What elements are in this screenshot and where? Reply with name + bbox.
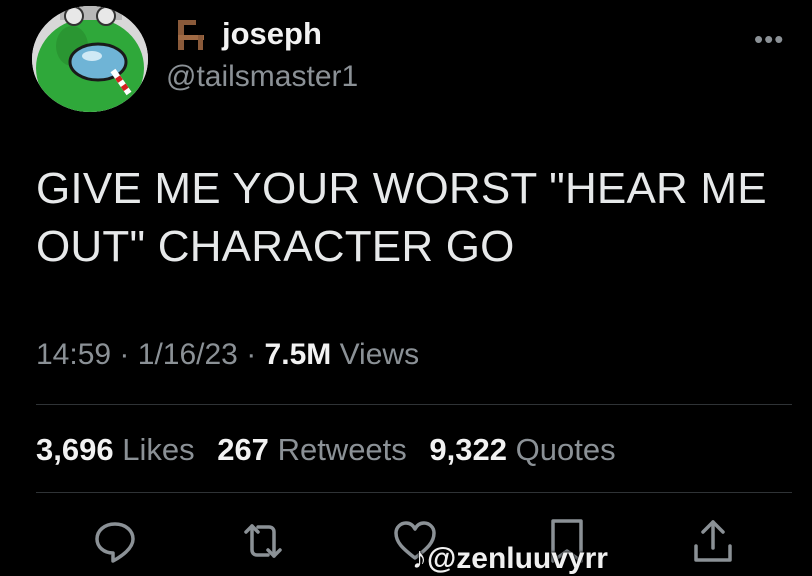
meta-separator: · [246,338,257,371]
retweets-label: Retweets [277,432,407,467]
more-options-icon[interactable]: ••• [754,24,784,55]
quotes-stat[interactable]: 9,322 Quotes [429,432,615,467]
reply-icon[interactable] [92,518,138,564]
engagement-stats: 3,696 Likes 267 Retweets 9,322 Quotes [36,432,616,468]
author-display-name[interactable]: joseph [222,16,322,52]
likes-count: 3,696 [36,432,114,467]
retweets-stat[interactable]: 267 Retweets [217,432,407,467]
divider [36,404,792,405]
quotes-count: 9,322 [429,432,507,467]
tweet-date[interactable]: 1/16/23 [138,338,238,371]
quotes-label: Quotes [515,432,616,467]
share-icon[interactable] [690,518,736,564]
watermark-text: @zenluuvyrr [427,542,608,575]
chair-icon [174,18,206,52]
retweet-icon[interactable] [240,518,286,564]
avatar[interactable] [32,6,148,112]
tiktok-icon: ♪ [412,542,427,575]
tweet-meta: 14:59 · 1/16/23 · 7.5M Views [36,338,419,372]
likes-label: Likes [122,432,195,467]
tweet-time[interactable]: 14:59 [36,338,111,371]
tweet-text: GIVE ME YOUR WORST "HEAR ME OUT" CHARACT… [36,164,767,271]
tiktok-watermark: ♪@zenluuvyrr [412,542,608,576]
views-label: Views [339,338,420,371]
crewmate-avatar-icon [32,6,148,112]
retweets-count: 267 [217,432,269,467]
divider [36,492,792,493]
likes-stat[interactable]: 3,696 Likes [36,432,195,467]
meta-separator: · [119,338,130,371]
views-count: 7.5M [264,338,332,371]
author-handle[interactable]: @tailsmaster1 [166,60,358,94]
